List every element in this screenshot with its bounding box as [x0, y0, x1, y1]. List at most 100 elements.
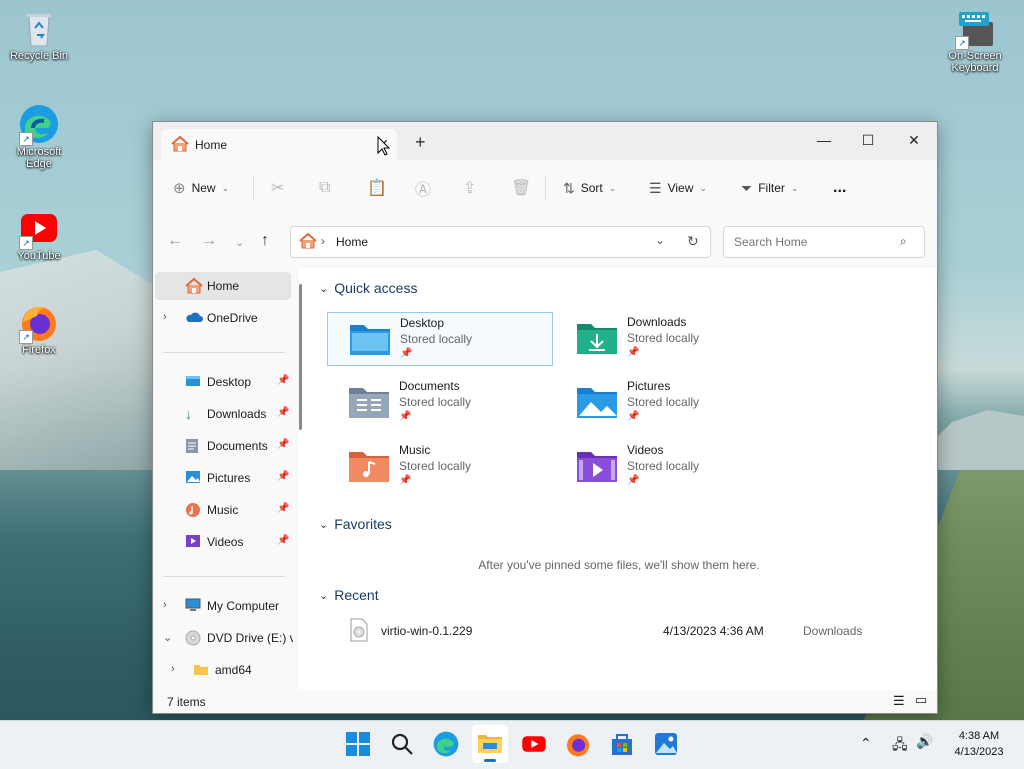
pin-icon: 📌	[399, 411, 412, 422]
clock[interactable]: 4:38 AM 4/13/2023	[944, 728, 1014, 760]
quick-access-item-documents[interactable]: Documents Stored locally 📌	[327, 376, 551, 428]
sidebar-item-pictures[interactable]: Pictures 📌	[153, 464, 293, 492]
pin-icon: 📌	[277, 535, 290, 546]
quick-access-item-downloads[interactable]: Downloads Stored locally 📌	[555, 312, 779, 364]
sidebar-item-videos[interactable]: Videos 📌	[153, 528, 293, 556]
rename-icon: Ⓐ	[415, 182, 432, 199]
sidebar-item-documents[interactable]: Documents 📌	[153, 432, 293, 460]
quick-access-item-pictures[interactable]: Pictures Stored locally 📌	[555, 376, 779, 428]
up-button[interactable]: ↑	[261, 232, 269, 250]
rename-button[interactable]: Ⓐ	[415, 178, 432, 199]
taskbar-store-button[interactable]	[609, 731, 637, 759]
network-icon[interactable]: 🖧	[892, 734, 908, 758]
close-window-button[interactable]: ✕	[891, 126, 937, 154]
favorites-header[interactable]: ⌄ Favorites	[319, 516, 392, 532]
chevron-down-icon[interactable]: ⌄	[163, 631, 172, 644]
pin-icon: 📌	[277, 503, 290, 514]
sidebar-item-onedrive[interactable]: › OneDrive	[153, 304, 293, 332]
chevron-right-icon[interactable]: ›	[171, 663, 175, 675]
minimize-button[interactable]: —	[801, 126, 847, 154]
search-icon[interactable]: ⌕	[900, 234, 907, 249]
sidebar-item-downloads[interactable]: ↓ Downloads 📌	[153, 400, 293, 428]
address-bar[interactable]: › Home ⌄ ↻	[290, 226, 711, 258]
toolbar-divider	[253, 176, 254, 200]
filter-button[interactable]: ⏷ Filter ⌄	[741, 178, 798, 198]
tab-home[interactable]: Home ✕	[161, 129, 397, 160]
chevron-right-icon[interactable]: ›	[163, 311, 167, 323]
desktop-icon-recycle-bin[interactable]: Recycle Bin	[4, 8, 74, 62]
paste-button[interactable]: 📋	[367, 178, 387, 198]
new-button[interactable]: ⊕ New ⌄	[173, 178, 229, 198]
forward-button[interactable]: →	[201, 232, 217, 250]
recent-header[interactable]: ⌄ Recent	[319, 587, 379, 603]
quick-access-item-videos[interactable]: Videos Stored locally 📌	[555, 440, 779, 492]
taskbar-file-explorer-button[interactable]	[472, 725, 508, 763]
navigation-pane: Home › OneDrive Desktop 📌 ↓ Downloads 📌 …	[153, 268, 299, 690]
quick-access-item-music[interactable]: Music Stored locally 📌	[327, 440, 551, 492]
home-icon	[299, 232, 317, 252]
new-tab-button[interactable]: +	[415, 132, 426, 153]
desktop-icon-firefox[interactable]: ↗ Firefox	[4, 302, 74, 356]
file-explorer-icon	[478, 735, 502, 753]
quick-access-item-desktop[interactable]: Desktop Stored locally 📌	[327, 312, 553, 366]
details-view-icon[interactable]: ☰	[893, 693, 905, 709]
videos-folder-icon	[575, 448, 619, 484]
taskbar-photos-button[interactable]	[653, 731, 681, 759]
sidebar-item-dvd-drive[interactable]: ⌄ DVD Drive (E:) vi	[153, 624, 293, 652]
taskbar-youtube-button[interactable]	[521, 731, 549, 759]
sidebar-divider	[163, 352, 285, 353]
quick-access-header[interactable]: ⌄ Quick access	[319, 280, 417, 296]
desktop-icon-youtube[interactable]: ↗ YouTube	[4, 208, 74, 262]
delete-button[interactable]: 🗑	[511, 178, 531, 198]
back-button[interactable]: ←	[167, 232, 183, 250]
recent-locations-button[interactable]: ⌄	[235, 236, 244, 249]
view-button[interactable]: ☰ View ⌄	[649, 178, 707, 198]
sidebar-scrollbar[interactable]	[299, 284, 302, 430]
sort-button[interactable]: ⇅ Sort ⌄	[563, 178, 616, 198]
chevron-down-icon: ⌄	[319, 518, 329, 531]
sidebar-item-music[interactable]: Music 📌	[153, 496, 293, 524]
breadcrumb-home[interactable]: Home	[336, 235, 368, 249]
item-name: Music	[399, 443, 431, 457]
sidebar-item-home[interactable]: Home	[155, 272, 291, 300]
share-icon: ⇪	[463, 180, 477, 197]
sidebar-item-my-computer[interactable]: › My Computer	[153, 592, 293, 620]
desktop-icon-label: YouTube	[17, 250, 61, 262]
folder-icon	[193, 662, 209, 678]
refresh-icon[interactable]: ↻	[687, 233, 699, 250]
desktop-icon-on-screen-keyboard[interactable]: ↗ On-Screen Keyboard	[940, 8, 1010, 74]
taskbar-firefox-button[interactable]	[565, 731, 593, 759]
sidebar-item-amd64[interactable]: › amd64	[153, 656, 293, 684]
search-box[interactable]: ⌕	[723, 226, 925, 258]
search-taskbar-button[interactable]	[389, 731, 417, 759]
videos-icon	[185, 534, 201, 550]
section-title: Favorites	[334, 516, 392, 532]
chevron-right-icon[interactable]: ›	[163, 599, 167, 611]
item-name: Videos	[627, 443, 664, 457]
cut-button[interactable]: ✂	[271, 178, 284, 198]
tab-title: Home	[195, 138, 228, 152]
volume-icon[interactable]: 🔊	[916, 733, 933, 750]
show-hidden-icons-button[interactable]: ⌃	[860, 735, 872, 752]
music-icon	[185, 502, 201, 518]
sidebar-item-label: Desktop	[207, 375, 252, 389]
arrow-left-icon: ←	[167, 232, 183, 249]
tiles-view-icon[interactable]: ▭	[915, 692, 927, 708]
start-button[interactable]	[345, 731, 373, 759]
pictures-icon	[185, 470, 201, 486]
recent-file-row[interactable]: virtio-win-0.1.229 4/13/2023 4:36 AM Dow…	[339, 618, 929, 644]
taskbar-edge-button[interactable]	[433, 731, 461, 759]
item-status: Stored locally	[627, 331, 700, 345]
maximize-button[interactable]: ☐	[845, 126, 891, 154]
share-button[interactable]: ⇪	[463, 178, 476, 198]
desktop-icon-label: Recycle Bin	[9, 50, 69, 62]
address-dropdown-icon[interactable]: ⌄	[655, 233, 665, 247]
more-options-button[interactable]: ...	[833, 178, 846, 198]
desktop-icon-microsoft-edge[interactable]: ↗ Microsoft Edge	[4, 104, 74, 170]
pin-icon: 📌	[277, 407, 290, 418]
sidebar-item-desktop[interactable]: Desktop 📌	[153, 368, 293, 396]
copy-button[interactable]: ⧉	[319, 178, 330, 198]
sidebar-item-label: Documents	[207, 439, 268, 453]
taskbar: ⌃ 🖧 🔊 4:38 AM 4/13/2023	[0, 720, 1024, 769]
search-input[interactable]	[732, 234, 896, 250]
